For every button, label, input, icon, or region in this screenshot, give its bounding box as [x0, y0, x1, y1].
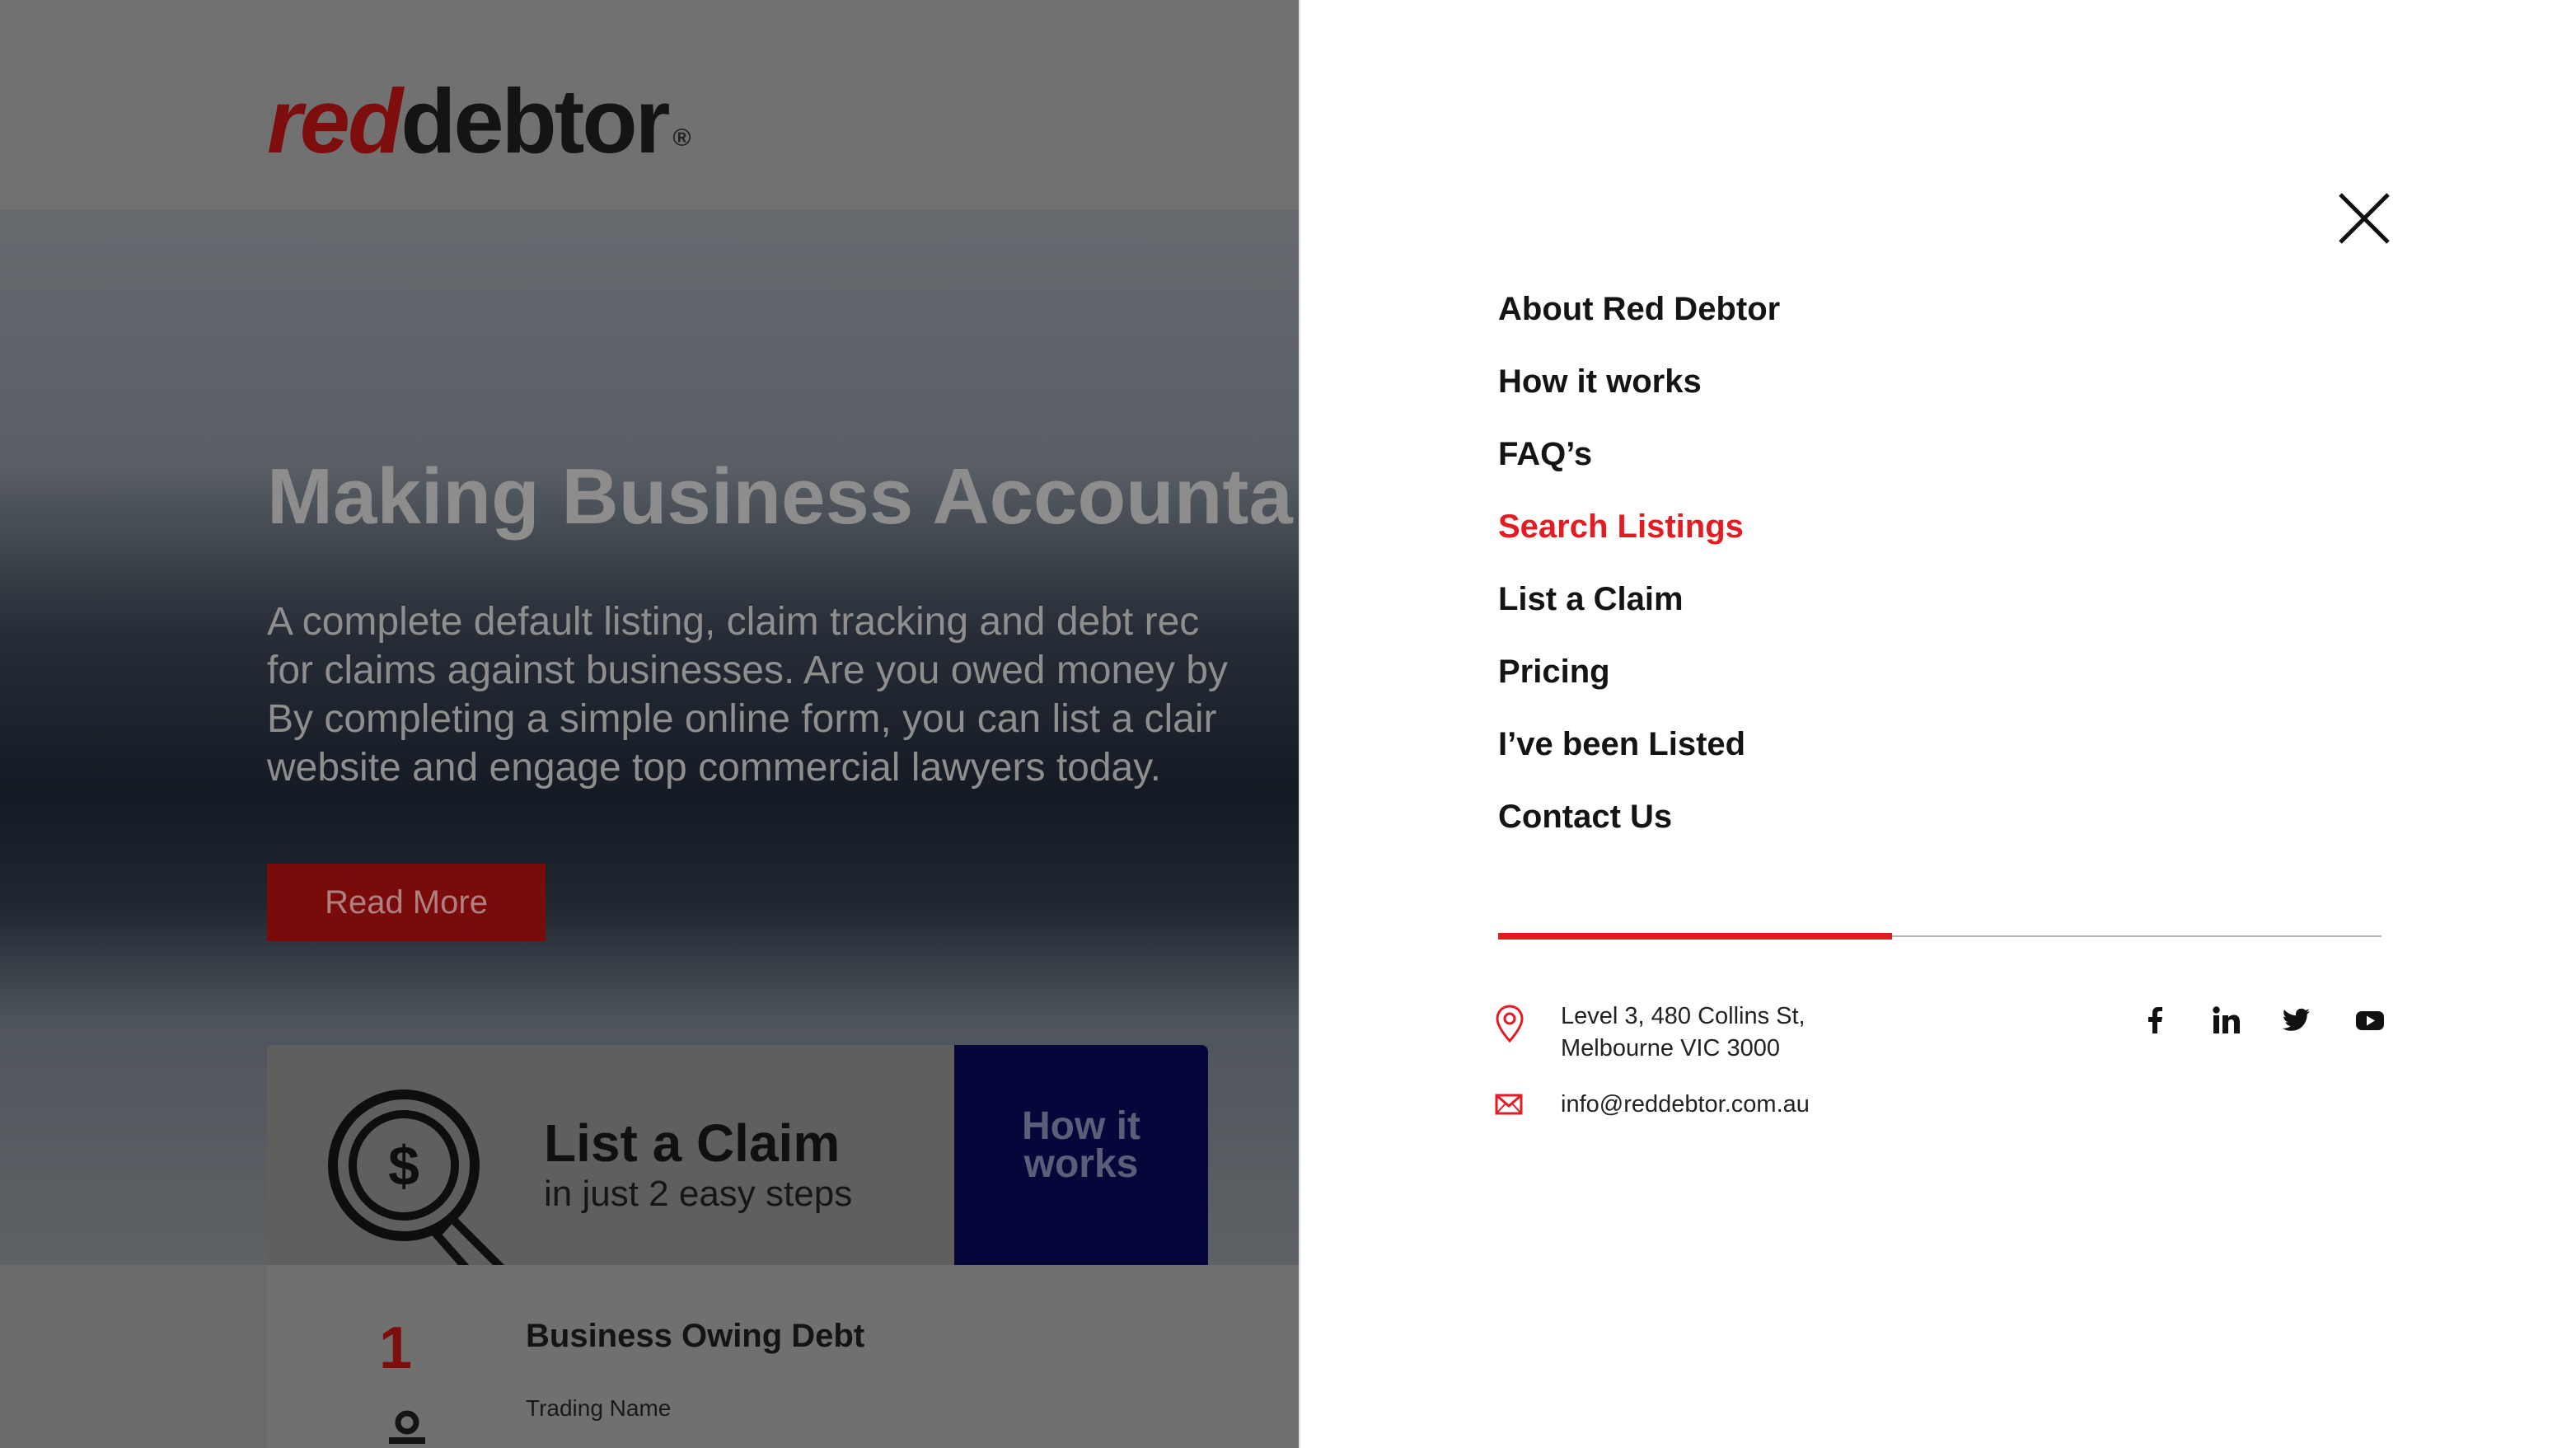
how-it-works-box[interactable]: How it works	[954, 1045, 1208, 1268]
menu-item-pricing[interactable]: Pricing	[1498, 643, 1780, 715]
menu-divider-accent	[1498, 933, 1892, 940]
claim-form-card: 1 Business Owing Debt Trading Name	[267, 1265, 1299, 1448]
hero-description: A complete default listing, claim tracki…	[267, 600, 1228, 790]
background-page: reddebtor ® Making Business Accounta A co…	[0, 0, 1299, 1448]
menu-item-faqs[interactable]: FAQ’s	[1498, 425, 1780, 498]
how-it-works-label: How it works	[1022, 1104, 1140, 1186]
linkedin-icon[interactable]	[2210, 1004, 2243, 1037]
logo-dark-text: debtor	[400, 71, 670, 172]
menu-item-search-listings[interactable]: Search Listings	[1498, 498, 1780, 570]
menu-item-how-it-works[interactable]: How it works	[1498, 353, 1780, 425]
office-address: Level 3, 480 Collins St, Melbourne VIC 3…	[1561, 1003, 1806, 1061]
claim-card-subtitle: in just 2 easy steps	[544, 1174, 853, 1214]
list-claim-card[interactable]: $ List a Claim in just 2 easy steps How …	[267, 1045, 1208, 1268]
close-icon[interactable]	[2335, 190, 2393, 247]
reddebtor-logo[interactable]: reddebtor ®	[267, 71, 691, 172]
contact-email-link[interactable]: info@reddebtor.com.au	[1561, 1088, 1810, 1121]
magnifier-dollar-icon: $	[328, 1090, 508, 1268]
svg-text:$: $	[388, 1135, 419, 1197]
person-icon	[389, 1410, 425, 1444]
registered-mark: ®	[672, 124, 691, 152]
menu-item-contact-us[interactable]: Contact Us	[1498, 788, 1780, 860]
claim-card-title: List a Claim	[544, 1113, 841, 1173]
facebook-icon[interactable]	[2139, 1004, 2172, 1037]
hero-title: Making Business Accounta	[267, 452, 1293, 541]
logo-red-text: red	[267, 71, 403, 172]
location-pin-icon	[1496, 1005, 1524, 1043]
site-header: reddebtor ®	[0, 0, 1299, 210]
trading-name-label: Trading Name	[526, 1395, 672, 1421]
youtube-icon[interactable]	[2354, 1004, 2386, 1037]
menu-item-about[interactable]: About Red Debtor	[1498, 280, 1780, 353]
menu-item-list-a-claim[interactable]: List a Claim	[1498, 570, 1780, 643]
read-more-button[interactable]: Read More	[267, 864, 546, 941]
step-number: 1	[379, 1315, 413, 1381]
twitter-icon[interactable]	[2279, 1004, 2312, 1037]
nav-menu-list: About Red Debtor How it works FAQ’s Sear…	[1498, 280, 1780, 860]
step-title: Business Owing Debt	[526, 1318, 865, 1354]
nav-menu-panel: About Red Debtor How it works FAQ’s Sear…	[1299, 0, 2576, 1448]
mail-icon	[1495, 1094, 1523, 1115]
menu-item-been-listed[interactable]: I’ve been Listed	[1498, 715, 1780, 788]
